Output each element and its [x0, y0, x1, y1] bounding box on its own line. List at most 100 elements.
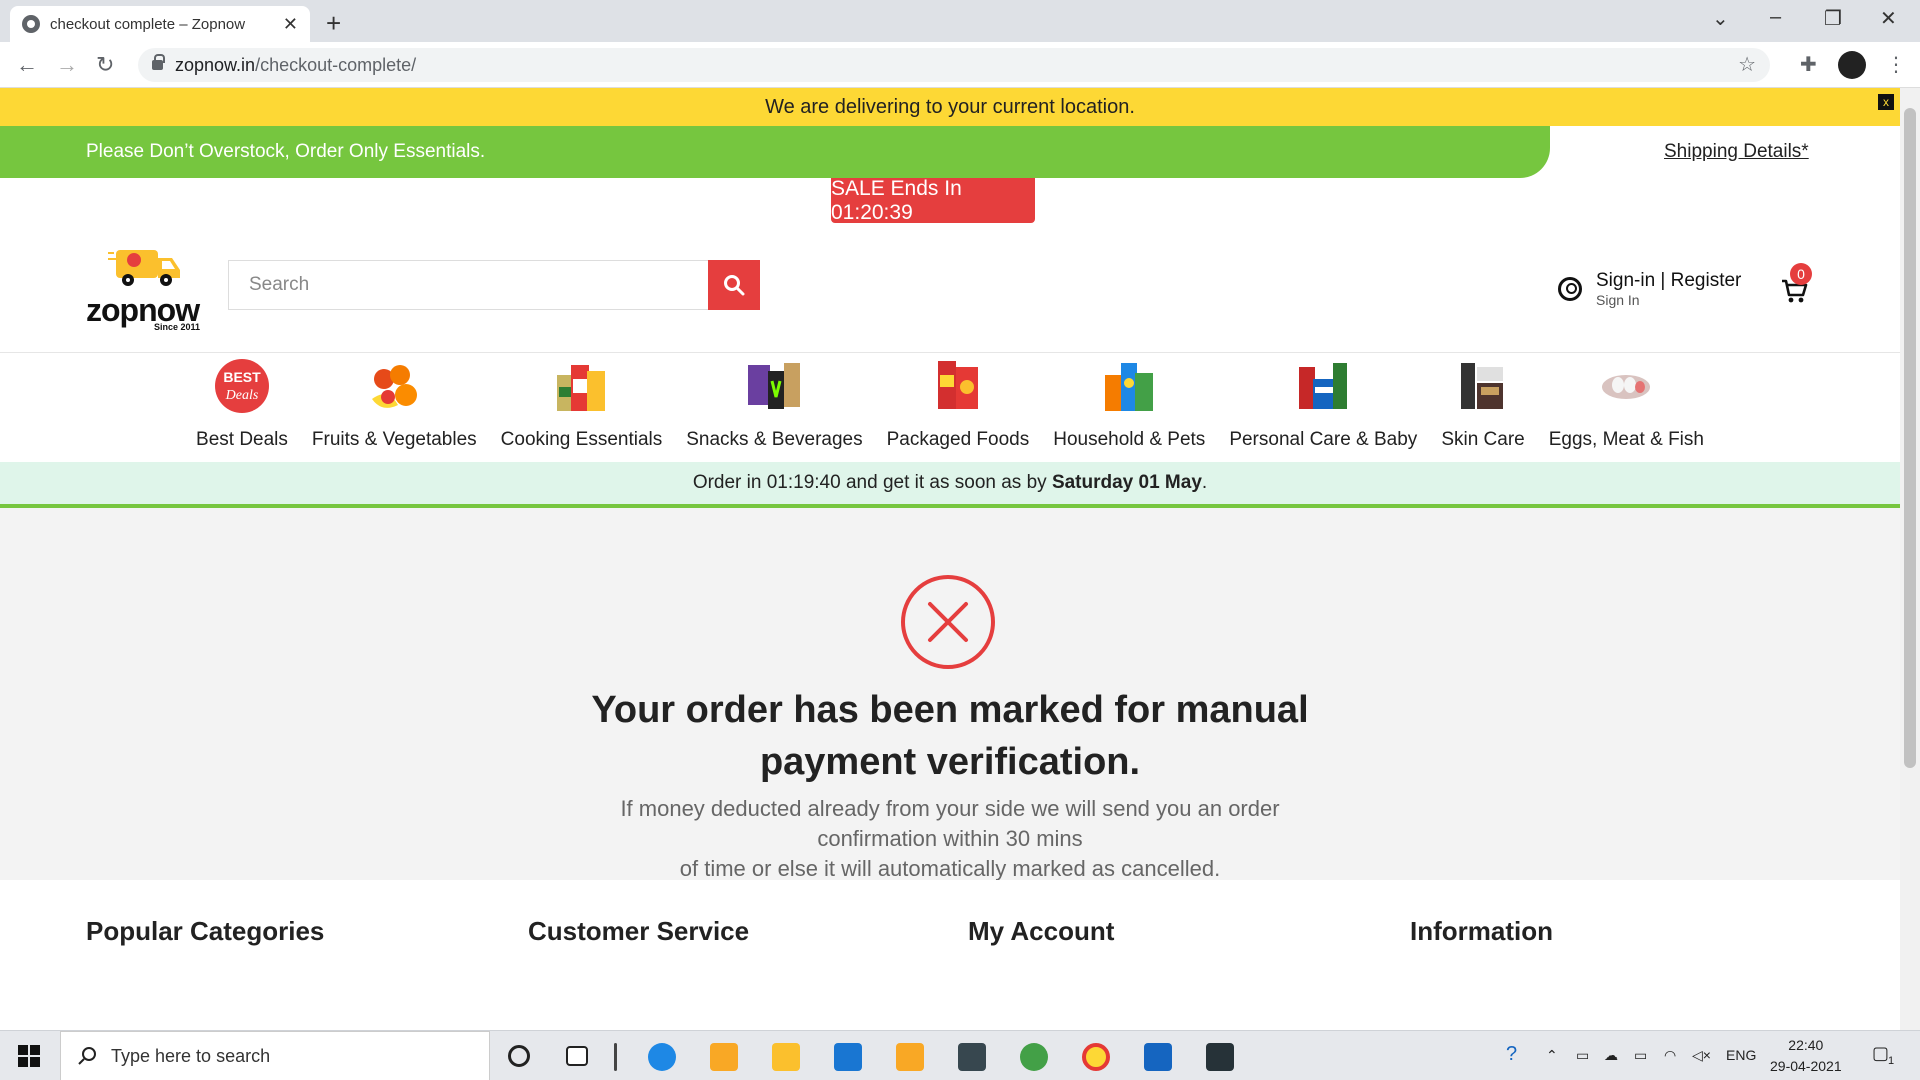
monitor-app-icon[interactable] — [958, 1043, 986, 1071]
bookmark-star-icon[interactable]: ☆ — [1738, 52, 1756, 77]
shipping-details-link[interactable]: Shipping Details* — [1664, 141, 1809, 163]
task-view-icon[interactable] — [566, 1046, 588, 1066]
address-bar: ← → ↻ zopnow.in/checkout-complete/ ☆ ✚ ⋮ — [0, 42, 1920, 88]
windows-taskbar: Type here to search ? ⌃ ▭ ☁ ▭ ◠ ◁× ENG 2… — [0, 1030, 1920, 1080]
category-packaged-foods[interactable]: Packaged Foods — [875, 353, 1042, 462]
tab-title: checkout complete – Zopnow — [50, 15, 246, 33]
terminal-app-icon[interactable] — [1206, 1043, 1234, 1071]
notification-icon[interactable]: ▢ — [1872, 1043, 1889, 1064]
category-fruits-vegetables[interactable]: Fruits & Vegetables — [300, 353, 489, 462]
banner-close-button[interactable]: x — [1878, 94, 1894, 110]
category-snacks-beverages[interactable]: Snacks & Beverages — [674, 353, 874, 462]
svg-text:BEST: BEST — [223, 369, 261, 385]
app-icon[interactable] — [710, 1043, 738, 1071]
word-icon[interactable] — [1144, 1043, 1172, 1071]
category-cooking-essentials[interactable]: Cooking Essentials — [489, 353, 675, 462]
site-header: SALE Ends In 01:20:39 zopnow Since 2011 — [0, 177, 1900, 353]
delivery-date: Saturday 01 May — [1051, 472, 1202, 493]
essentials-banner: Please Don’t Overstock, Order Only Essen… — [0, 126, 1550, 178]
restore-button[interactable]: ❐ — [1824, 6, 1842, 31]
new-tab-button[interactable]: + — [326, 8, 341, 39]
forward-button[interactable]: → — [56, 52, 78, 78]
svg-text:Deals: Deals — [225, 388, 259, 403]
category-eggs-meat-fish[interactable]: Eggs, Meat & Fish — [1537, 353, 1716, 462]
edge-icon[interactable] — [648, 1043, 676, 1071]
message-line-2: confirmation within 30 mins — [817, 826, 1083, 851]
category-label: Household & Pets — [1053, 429, 1206, 450]
url-path: /checkout-complete/ — [255, 54, 417, 75]
search-button[interactable] — [708, 260, 760, 310]
minimize-button[interactable]: – — [1770, 6, 1781, 29]
battery-icon[interactable]: ▭ — [1634, 1047, 1647, 1064]
logo-since: Since 2011 — [154, 322, 201, 332]
omnibox[interactable]: zopnow.in/checkout-complete/ ☆ — [138, 48, 1770, 82]
volume-muted-icon[interactable]: ◁× — [1692, 1047, 1711, 1064]
page-scrollbar[interactable] — [1900, 88, 1920, 1030]
taskbar-search-icon — [78, 1047, 96, 1065]
delivery-prefix: Order in 01:19:40 and get it as soon as … — [692, 472, 1052, 493]
clock-time: 22:40 — [1788, 1037, 1824, 1053]
cloud-icon[interactable]: ☁ — [1604, 1047, 1618, 1064]
footer-popular-categories: Popular Categories — [86, 916, 325, 946]
eggs-icon — [1602, 375, 1651, 399]
reload-button[interactable]: ↻ — [96, 52, 114, 78]
category-label: Personal Care & Baby — [1229, 429, 1418, 450]
file-explorer-icon[interactable] — [772, 1043, 800, 1071]
url-text: zopnow.in/checkout-complete/ — [175, 55, 416, 76]
whatsapp-icon[interactable] — [1020, 1043, 1048, 1071]
user-icon — [1558, 277, 1582, 301]
headline-line-1: Your order has been marked for manual — [591, 689, 1309, 731]
headline-line-2: payment verification. — [759, 741, 1141, 783]
category-skin-care[interactable]: Skin Care — [1429, 353, 1536, 462]
checkout-result: Your order has been marked for manual pa… — [0, 508, 1900, 881]
cart-count-badge: 0 — [1790, 263, 1812, 285]
best-deals-icon: BEST Deals — [214, 359, 269, 413]
category-household-pets[interactable]: Household & Pets — [1041, 353, 1217, 462]
chrome-icon[interactable] — [1082, 1043, 1110, 1071]
category-label: Snacks & Beverages — [686, 429, 863, 450]
category-personal-care-baby[interactable]: Personal Care & Baby — [1217, 353, 1429, 462]
bolt-app-icon[interactable] — [896, 1043, 924, 1071]
scrollbar-thumb[interactable] — [1904, 108, 1916, 768]
notification-count: 1 — [1888, 1055, 1895, 1067]
packaged-icon — [937, 361, 978, 409]
browser-tab[interactable]: checkout complete – Zopnow ✕ — [10, 6, 310, 42]
page-content: We are delivering to your current locati… — [0, 88, 1900, 1030]
close-window-button[interactable]: ✕ — [1880, 6, 1897, 31]
location-text: We are delivering to your current locati… — [765, 95, 1135, 118]
tab-search-icon[interactable]: ⌄ — [1712, 6, 1729, 31]
failure-x-icon — [901, 575, 995, 669]
cortana-icon[interactable] — [508, 1045, 530, 1067]
clock-date: 29-04-2021 — [1770, 1058, 1842, 1074]
zopnow-logo[interactable]: zopnow Since 2011 — [86, 246, 210, 332]
site-footer: Popular Categories Customer Service My A… — [0, 880, 1900, 1030]
search-box — [228, 260, 760, 310]
cooking-icon — [557, 365, 606, 411]
category-label: Eggs, Meat & Fish — [1548, 429, 1704, 450]
back-button[interactable]: ← — [16, 52, 38, 78]
category-label: Skin Care — [1441, 429, 1525, 450]
help-icon[interactable]: ? — [1506, 1043, 1517, 1066]
tray-chevron-icon[interactable]: ⌃ — [1546, 1047, 1558, 1064]
category-label: Best Deals — [196, 429, 288, 450]
mail-icon[interactable] — [834, 1043, 862, 1071]
result-headline: Your order has been marked for manual pa… — [500, 684, 1400, 788]
signin-area[interactable]: Sign-in | Register Sign In — [1558, 270, 1741, 308]
taskbar-search[interactable]: Type here to search — [60, 1031, 490, 1080]
wifi-icon[interactable]: ◠ — [1664, 1047, 1676, 1064]
fruits-icon — [372, 365, 418, 408]
search-input[interactable] — [229, 261, 699, 309]
extensions-icon[interactable]: ✚ — [1800, 52, 1817, 77]
menu-icon[interactable]: ⋮ — [1886, 52, 1906, 77]
profile-avatar[interactable] — [1838, 51, 1866, 79]
taskbar-clock[interactable]: 22:40 29-04-2021 — [1770, 1035, 1842, 1077]
signin-register-link[interactable]: Sign-in | Register — [1596, 270, 1741, 292]
household-icon — [1105, 363, 1154, 411]
tab-close-icon[interactable]: ✕ — [283, 14, 298, 35]
windows-start-icon[interactable] — [18, 1045, 40, 1067]
language-indicator[interactable]: ENG — [1726, 1047, 1756, 1063]
personal-care-icon — [1299, 363, 1348, 409]
network-device-icon[interactable]: ▭ — [1576, 1047, 1589, 1064]
category-best-deals[interactable]: BEST Deals Best Deals — [184, 353, 300, 462]
skin-care-icon — [1461, 363, 1504, 409]
